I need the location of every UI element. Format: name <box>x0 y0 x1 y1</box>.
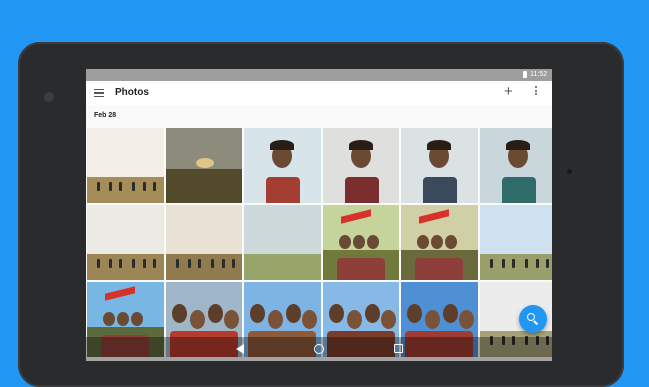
photo-thumbnail[interactable] <box>479 128 552 203</box>
search-fab-button[interactable] <box>519 305 547 333</box>
photo-thumbnail[interactable] <box>165 205 242 280</box>
photo-thumbnail[interactable] <box>401 205 478 280</box>
back-triangle-icon[interactable] <box>236 344 244 354</box>
photo-thumbnail[interactable] <box>87 128 164 203</box>
battery-icon <box>523 71 527 78</box>
home-circle-icon[interactable] <box>314 344 324 354</box>
recent-apps-square-icon[interactable] <box>394 344 403 353</box>
photo-thumbnail[interactable] <box>401 128 478 203</box>
photo-thumbnail[interactable] <box>322 128 399 203</box>
system-nav-bar <box>86 337 552 361</box>
photo-thumbnail[interactable] <box>244 205 321 280</box>
photo-grid <box>87 128 552 357</box>
page-title: Photos <box>115 87 149 98</box>
status-time: 11:52 <box>530 71 547 78</box>
app-bar: Photos + <box>86 81 552 105</box>
photo-thumbnail[interactable] <box>244 128 321 203</box>
camera-icon <box>44 92 54 102</box>
photo-thumbnail[interactable] <box>87 205 164 280</box>
plus-icon[interactable]: + <box>504 83 513 100</box>
status-bar: 11:52 <box>86 69 552 81</box>
photo-thumbnail[interactable] <box>165 128 242 203</box>
screen: 11:52 Photos + Feb 28 <box>86 69 552 361</box>
hamburger-menu-icon[interactable] <box>94 89 104 97</box>
photo-thumbnail[interactable] <box>479 205 552 280</box>
more-vert-icon[interactable] <box>535 86 537 96</box>
section-date: Feb 28 <box>94 112 117 119</box>
photo-thumbnail[interactable] <box>322 205 399 280</box>
sensor-dot <box>567 169 572 174</box>
